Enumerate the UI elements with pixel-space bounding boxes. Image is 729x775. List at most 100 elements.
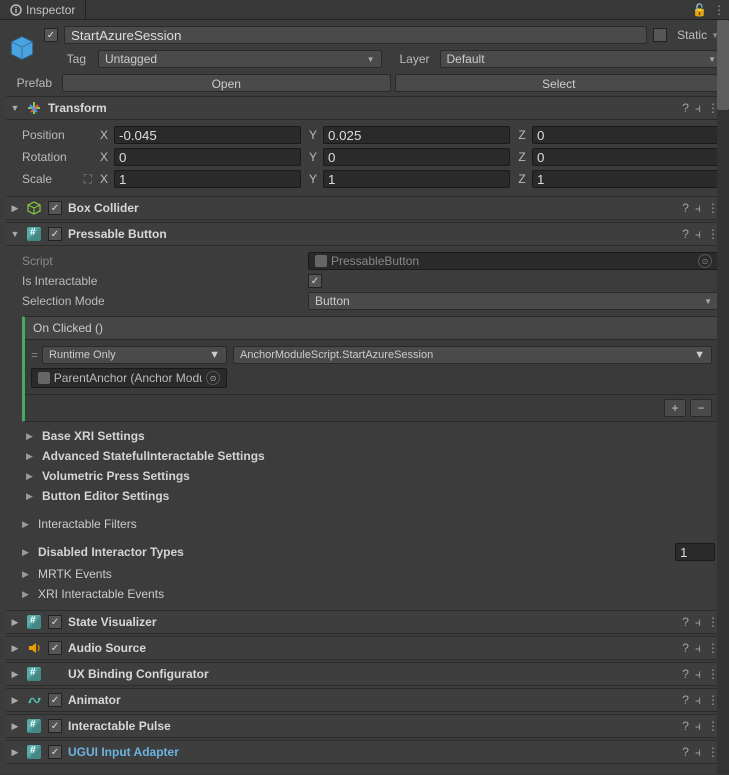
- prefab-open-button[interactable]: Open: [62, 74, 391, 92]
- fold-icon: ▼: [10, 229, 20, 239]
- tag-dropdown[interactable]: Untagged▼: [98, 50, 382, 68]
- state-visualizer-header[interactable]: ▶ State Visualizer ?⫞⋮: [6, 610, 723, 634]
- scale-z-input[interactable]: [532, 170, 719, 188]
- object-icon: [38, 372, 50, 384]
- gameobject-icon: [6, 32, 38, 64]
- rotation-x-input[interactable]: [114, 148, 301, 166]
- animator-enabled-checkbox[interactable]: [48, 693, 62, 707]
- preset-icon[interactable]: ⫞: [695, 719, 701, 734]
- pressable-button-enabled-checkbox[interactable]: [48, 227, 62, 241]
- preset-icon[interactable]: ⫞: [695, 615, 701, 630]
- scrollbar-thumb[interactable]: [717, 20, 729, 110]
- help-icon[interactable]: ?: [682, 667, 689, 681]
- box-collider-enabled-checkbox[interactable]: [48, 201, 62, 215]
- volumetric-press-section[interactable]: ▶Volumetric Press Settings: [22, 466, 719, 486]
- position-z-input[interactable]: [532, 126, 719, 144]
- interactable-filters-section[interactable]: ▶Interactable Filters: [22, 514, 719, 534]
- ux-binding-header[interactable]: ▶ UX Binding Configurator ?⫞⋮: [6, 662, 723, 686]
- preset-icon[interactable]: ⫞: [695, 227, 701, 242]
- static-label: Static: [677, 28, 707, 42]
- on-clicked-event-box: On Clicked () = Runtime Only▼: [22, 316, 719, 422]
- constrain-scale-icon[interactable]: ⛶: [84, 172, 92, 187]
- pressable-button-header[interactable]: ▼ Pressable Button ? ⫞ ⋮: [6, 222, 723, 246]
- box-collider-header[interactable]: ▶ Box Collider ? ⫞ ⋮: [6, 196, 723, 220]
- help-icon[interactable]: ?: [682, 745, 689, 759]
- preset-icon[interactable]: ⫞: [695, 693, 701, 708]
- static-checkbox[interactable]: [653, 28, 667, 42]
- object-picker-icon[interactable]: ⊙: [206, 371, 220, 385]
- prefab-label: Prefab: [6, 76, 58, 90]
- box-collider-icon: [26, 200, 42, 216]
- on-clicked-title: On Clicked (): [25, 317, 718, 340]
- animator-header[interactable]: ▶ Animator ?⫞⋮: [6, 688, 723, 712]
- ugui-input-adapter-header[interactable]: ▶ UGUI Input Adapter ?⫞⋮: [6, 740, 723, 764]
- rotation-z-input[interactable]: [532, 148, 719, 166]
- position-x-input[interactable]: [114, 126, 301, 144]
- preset-icon[interactable]: ⫞: [695, 101, 701, 116]
- base-xri-settings-section[interactable]: ▶Base XRI Settings: [22, 426, 719, 446]
- interactable-pulse-enabled-checkbox[interactable]: [48, 719, 62, 733]
- help-icon[interactable]: ?: [682, 615, 689, 629]
- help-icon[interactable]: ?: [682, 201, 689, 215]
- script-file-icon: [315, 255, 327, 267]
- interactable-pulse-header[interactable]: ▶ Interactable Pulse ?⫞⋮: [6, 714, 723, 738]
- vertical-scrollbar[interactable]: [717, 20, 729, 774]
- fold-icon: ▼: [10, 103, 20, 113]
- event-function-dropdown[interactable]: AnchorModuleScript.StartAzureSession▼: [233, 346, 712, 364]
- preset-icon[interactable]: ⫞: [695, 745, 701, 760]
- event-target-field[interactable]: ParentAnchor (Anchor Modu ⊙: [31, 368, 227, 388]
- gameobject-enabled-checkbox[interactable]: [44, 28, 58, 42]
- is-interactable-checkbox[interactable]: [308, 274, 322, 288]
- titlebar-kebab-icon[interactable]: ⋮: [713, 3, 725, 17]
- help-icon[interactable]: ?: [682, 719, 689, 733]
- help-icon[interactable]: ?: [682, 227, 689, 241]
- script-object-field: PressableButton ⊙: [308, 252, 719, 270]
- tag-label: Tag: [44, 52, 92, 66]
- position-label: Position: [22, 128, 92, 142]
- audio-source-icon: [26, 640, 42, 656]
- prefab-select-button[interactable]: Select: [395, 74, 724, 92]
- position-y-input[interactable]: [323, 126, 510, 144]
- selection-mode-label: Selection Mode: [22, 294, 302, 308]
- advanced-stateful-section[interactable]: ▶Advanced StatefulInteractable Settings: [22, 446, 719, 466]
- audio-source-header[interactable]: ▶ Audio Source ?⫞⋮: [6, 636, 723, 660]
- audio-source-enabled-checkbox[interactable]: [48, 641, 62, 655]
- rotation-label: Rotation: [22, 150, 92, 164]
- xri-interactable-events-section[interactable]: ▶XRI Interactable Events: [22, 584, 719, 604]
- event-remove-button[interactable]: −: [690, 399, 712, 417]
- transform-header[interactable]: ▼ Transform ? ⫞ ⋮: [6, 96, 723, 120]
- script-icon: [27, 719, 41, 733]
- lock-icon[interactable]: 🔓: [692, 3, 707, 17]
- selection-mode-dropdown[interactable]: Button▼: [308, 292, 719, 310]
- state-visualizer-enabled-checkbox[interactable]: [48, 615, 62, 629]
- preset-icon[interactable]: ⫞: [695, 641, 701, 656]
- rotation-y-input[interactable]: [323, 148, 510, 166]
- script-icon: [26, 226, 42, 242]
- fold-icon: ▶: [10, 203, 20, 214]
- pressable-button-title: Pressable Button: [68, 227, 676, 241]
- inspector-tab-label: Inspector: [26, 3, 75, 17]
- script-icon: [27, 667, 41, 681]
- help-icon[interactable]: ?: [682, 641, 689, 655]
- transform-icon: [26, 100, 42, 116]
- layer-dropdown[interactable]: Default▼: [440, 50, 724, 68]
- mrtk-events-section[interactable]: ▶MRTK Events: [22, 564, 719, 584]
- preset-icon[interactable]: ⫞: [695, 201, 701, 216]
- scale-y-input[interactable]: [323, 170, 510, 188]
- scale-x-input[interactable]: [114, 170, 301, 188]
- script-icon: [27, 615, 41, 629]
- object-picker-icon[interactable]: ⊙: [698, 254, 712, 268]
- ugui-enabled-checkbox[interactable]: [48, 745, 62, 759]
- gameobject-name-field[interactable]: [64, 26, 647, 44]
- event-add-button[interactable]: +: [664, 399, 686, 417]
- layer-label: Layer: [388, 52, 434, 66]
- disabled-interactor-section[interactable]: ▶Disabled Interactor Types: [22, 540, 719, 564]
- inspector-tab[interactable]: Inspector: [4, 0, 86, 19]
- help-icon[interactable]: ?: [682, 693, 689, 707]
- event-runtime-dropdown[interactable]: Runtime Only▼: [42, 346, 227, 364]
- disabled-interactor-count[interactable]: [675, 543, 715, 561]
- event-drag-handle-icon[interactable]: =: [31, 346, 38, 364]
- preset-icon[interactable]: ⫞: [695, 667, 701, 682]
- button-editor-section[interactable]: ▶Button Editor Settings: [22, 486, 719, 506]
- help-icon[interactable]: ?: [682, 101, 689, 115]
